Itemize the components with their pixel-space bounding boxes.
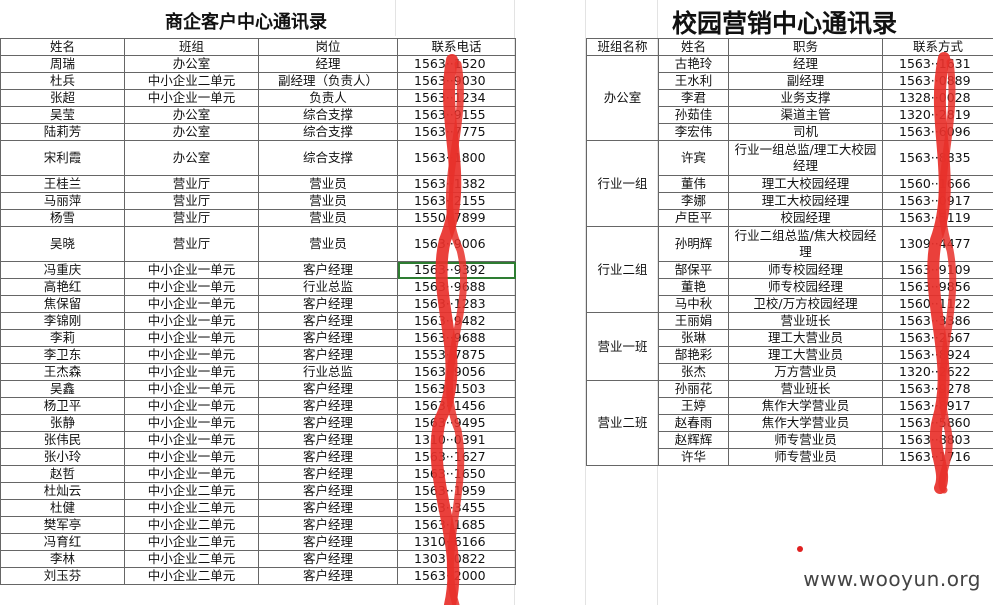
red-dot-mark [797, 546, 803, 552]
watermark: www.wooyun.org [803, 567, 981, 591]
redaction-scribble [430, 52, 957, 605]
spreadsheet-canvas[interactable]: 商企客户中心通讯录 校园营销中心通讯录 姓名 班组 岗位 联系电话 周瑞 办公室 经理 15… [0, 0, 993, 605]
